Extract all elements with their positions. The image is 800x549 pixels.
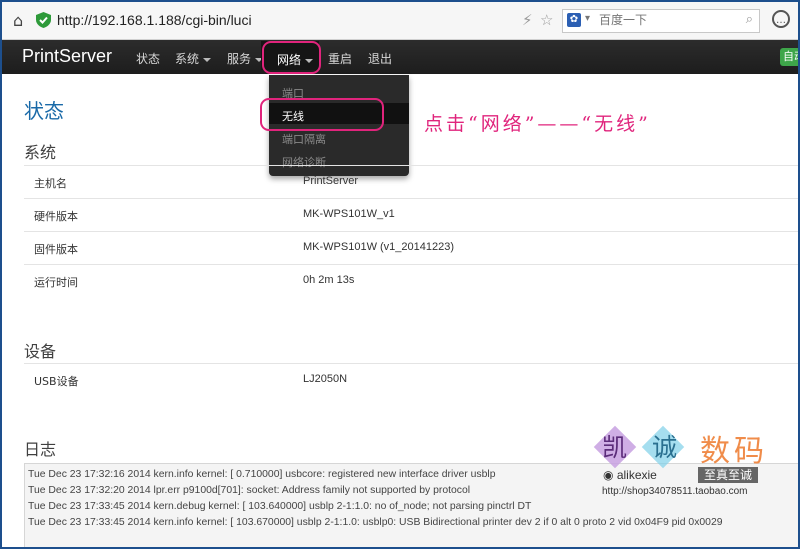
nav-label: 退出	[368, 52, 393, 66]
shop-watermark: 凯 诚 数码 ◉ alikexie 至真至诚 http://shop340785…	[593, 422, 794, 502]
row-value: MK-WPS101W_v1	[303, 208, 395, 220]
section-title-log: 日志	[24, 440, 57, 459]
page-title: 状态	[24, 99, 64, 123]
section-title-system: 系统	[24, 143, 57, 162]
nav-item-services[interactable]: 服务	[227, 50, 264, 67]
nav-item-logout[interactable]: 退出	[368, 50, 392, 67]
watermark-handle: ◉ alikexie	[603, 468, 657, 482]
nav-item-reboot[interactable]: 重启	[328, 50, 352, 67]
chevron-down-icon[interactable]: ▾	[585, 13, 590, 24]
caret-down-icon	[203, 57, 212, 62]
row-value: PrintServer	[303, 175, 359, 187]
log-line: Tue Dec 23 17:32:20 2014 lpr.err p9100d[…	[28, 485, 471, 496]
row-key: 硬件版本	[34, 210, 78, 223]
table-row: 硬件版本 MK-WPS101W_v1	[24, 198, 798, 232]
screenshot-frame: ⌂ http://192.168.1.188/cgi-bin/luci ⚡ ☆ …	[0, 0, 800, 549]
home-icon[interactable]: ⌂	[13, 11, 23, 30]
row-key: 主机名	[34, 177, 67, 190]
address-bar-url[interactable]: http://192.168.1.188/cgi-bin/luci	[57, 12, 252, 28]
brand-logo[interactable]: PrintServer	[22, 46, 112, 67]
browser-toolbar: ⌂ http://192.168.1.188/cgi-bin/luci ⚡ ☆ …	[2, 2, 798, 40]
section-title-device: 设备	[24, 342, 57, 361]
search-input[interactable]	[599, 12, 719, 28]
row-value: 0h 2m 13s	[303, 274, 355, 286]
watermark-slogan: 至真至诚	[698, 467, 759, 483]
table-row: 固件版本 MK-WPS101W (v1_20141223)	[24, 231, 798, 265]
watermark-char: 诚	[652, 433, 678, 462]
watermark-char: 凯	[602, 433, 628, 462]
highlight-ring-network	[262, 41, 321, 74]
highlight-ring-wireless	[260, 98, 384, 131]
nav-label: 系统	[175, 52, 200, 66]
secure-shield-icon	[36, 12, 51, 28]
handle-text: alikexie	[616, 468, 657, 482]
log-line: Tue Dec 23 17:33:45 2014 kern.info kerne…	[28, 517, 723, 528]
row-key: 运行时间	[34, 276, 78, 289]
watermark-char: 数码	[700, 434, 768, 469]
nav-label: 服务	[227, 52, 252, 66]
top-navbar: PrintServer 状态 系统 服务 重启 退出 自动	[2, 40, 798, 74]
nav-label: 状态	[136, 52, 161, 66]
table-row: 运行时间 0h 2m 13s	[24, 264, 798, 298]
star-icon[interactable]: ☆	[540, 11, 553, 29]
lightning-icon[interactable]: ⚡	[522, 11, 533, 29]
baidu-paw-icon[interactable]: ✿	[567, 13, 581, 27]
row-value: LJ2050N	[303, 373, 348, 385]
row-key: 固件版本	[34, 243, 78, 256]
nav-label: 重启	[328, 52, 353, 66]
watermark-url: http://shop34078511.taobao.com	[602, 486, 748, 497]
table-row: 主机名 PrintServer	[24, 165, 798, 199]
instruction-callout: 点击“网络”——“无线”	[424, 113, 651, 135]
table-row: USB设备 LJ2050N	[24, 363, 798, 397]
dropdown-item-port-isolation[interactable]: 端口隔离	[282, 131, 326, 147]
nav-item-system[interactable]: 系统	[175, 50, 212, 67]
log-line: Tue Dec 23 17:33:45 2014 kern.debug kern…	[28, 501, 532, 512]
log-line: Tue Dec 23 17:32:16 2014 kern.info kerne…	[28, 469, 496, 480]
row-value: MK-WPS101W (v1_20141223)	[303, 241, 455, 253]
search-icon[interactable]: ⌕	[746, 12, 753, 27]
nav-item-status[interactable]: 状态	[136, 50, 160, 67]
search-box[interactable]: ✿ ▾ ⌕	[562, 9, 760, 33]
row-key: USB设备	[34, 375, 79, 388]
chat-bubble-icon[interactable]: …	[772, 10, 790, 28]
auto-refresh-badge[interactable]: 自动	[780, 48, 798, 66]
